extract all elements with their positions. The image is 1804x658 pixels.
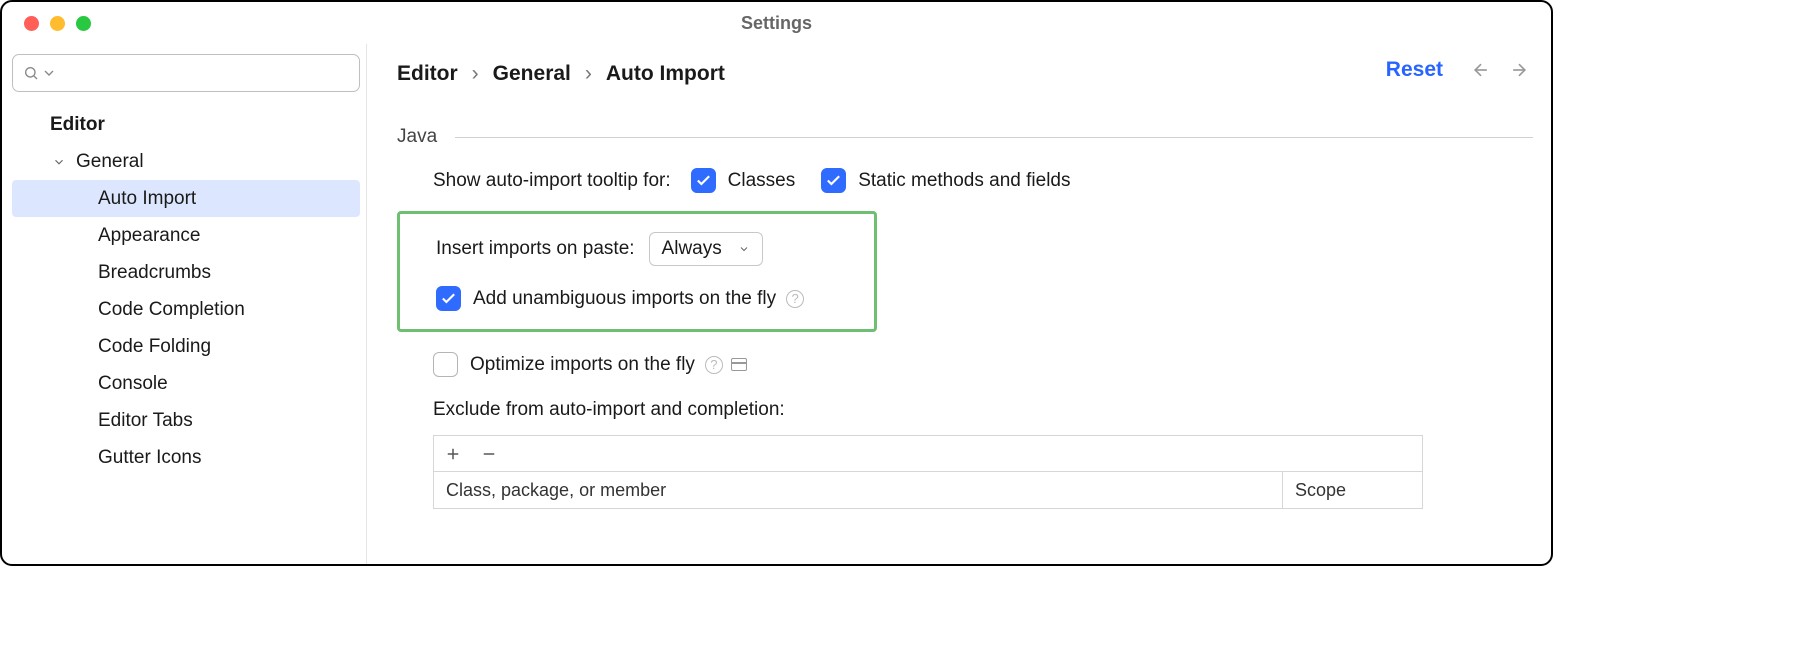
tooltip-for-label: Show auto-import tooltip for: [433,170,671,192]
sidebar-item-label: Code Completion [98,299,245,321]
sidebar-item-label: Code Folding [98,336,211,358]
sidebar-item-console[interactable]: Console [12,365,360,402]
search-input[interactable] [63,63,349,83]
sidebar-node-label: General [76,151,144,173]
sidebar-item-gutter-icons[interactable]: Gutter Icons [12,439,360,476]
sidebar-item-label: Appearance [98,225,200,247]
remove-icon[interactable] [480,445,498,463]
sidebar-item-editor-tabs[interactable]: Editor Tabs [12,402,360,439]
sidebar-item-code-completion[interactable]: Code Completion [12,291,360,328]
section-header-java: Java [397,126,1533,148]
exclude-table-header: Class, package, or member Scope [433,471,1423,509]
exclude-label: Exclude from auto-import and completion: [433,399,1533,421]
breadcrumb-editor[interactable]: Editor [397,62,458,86]
sidebar-item-label: Console [98,373,168,395]
sidebar-item-label: Editor Tabs [98,410,193,432]
select-value: Always [662,238,722,260]
chevron-down-icon [41,65,57,81]
add-icon[interactable] [444,445,462,463]
column-header-class: Class, package, or member [434,472,1282,508]
checkbox-optimize[interactable] [433,352,458,377]
help-icon[interactable]: ? [786,290,804,308]
highlight-box: Insert imports on paste: Always Add unam… [397,211,877,332]
window-titlebar: Settings [2,2,1551,44]
insert-imports-select[interactable]: Always [649,232,763,266]
checkbox-add-unambiguous-label: Add unambiguous imports on the fly [473,288,776,310]
settings-detail: Editor › General › Auto Import Reset Jav… [367,44,1551,564]
sidebar-item-appearance[interactable]: Appearance [12,217,360,254]
sidebar-node-label: Editor [50,114,105,136]
section-title: Java [397,126,437,148]
checkbox-classes-label: Classes [728,170,796,192]
sidebar-item-label: Auto Import [98,188,196,210]
column-header-scope: Scope [1282,472,1422,508]
breadcrumb-separator: › [585,62,592,86]
sidebar-item-label: Gutter Icons [98,447,202,469]
sidebar-item-breadcrumbs[interactable]: Breadcrumbs [12,254,360,291]
help-icon[interactable]: ? [705,356,723,374]
window-title: Settings [2,13,1551,34]
breadcrumb-separator: › [472,62,479,86]
sidebar-item-auto-import[interactable]: Auto Import [12,180,360,217]
breadcrumb-auto-import: Auto Import [606,62,725,86]
checkbox-classes[interactable] [691,168,716,193]
chevron-down-icon [52,155,66,169]
search-icon [23,65,39,81]
chevron-down-icon [738,243,750,255]
sidebar-item-code-folding[interactable]: Code Folding [12,328,360,365]
breadcrumb: Editor › General › Auto Import [397,62,1533,86]
checkbox-static[interactable] [821,168,846,193]
forward-icon[interactable] [1509,60,1529,80]
sidebar-node-general[interactable]: General [12,143,360,180]
exclude-toolbar [433,435,1423,471]
insert-imports-label: Insert imports on paste: [436,238,635,260]
sidebar-node-editor[interactable]: Editor [12,106,360,143]
sidebar-item-label: Breadcrumbs [98,262,211,284]
sidebar-search[interactable] [12,54,360,92]
checkbox-add-unambiguous[interactable] [436,286,461,311]
breadcrumb-general[interactable]: General [493,62,571,86]
checkbox-optimize-label: Optimize imports on the fly [470,354,695,376]
divider [455,137,1533,138]
reset-button[interactable]: Reset [1386,58,1443,82]
checkbox-static-label: Static methods and fields [858,170,1070,192]
settings-sidebar: Editor General Auto Import Appearance Br… [2,44,367,564]
scope-icon[interactable] [731,358,747,371]
back-icon[interactable] [1471,60,1491,80]
